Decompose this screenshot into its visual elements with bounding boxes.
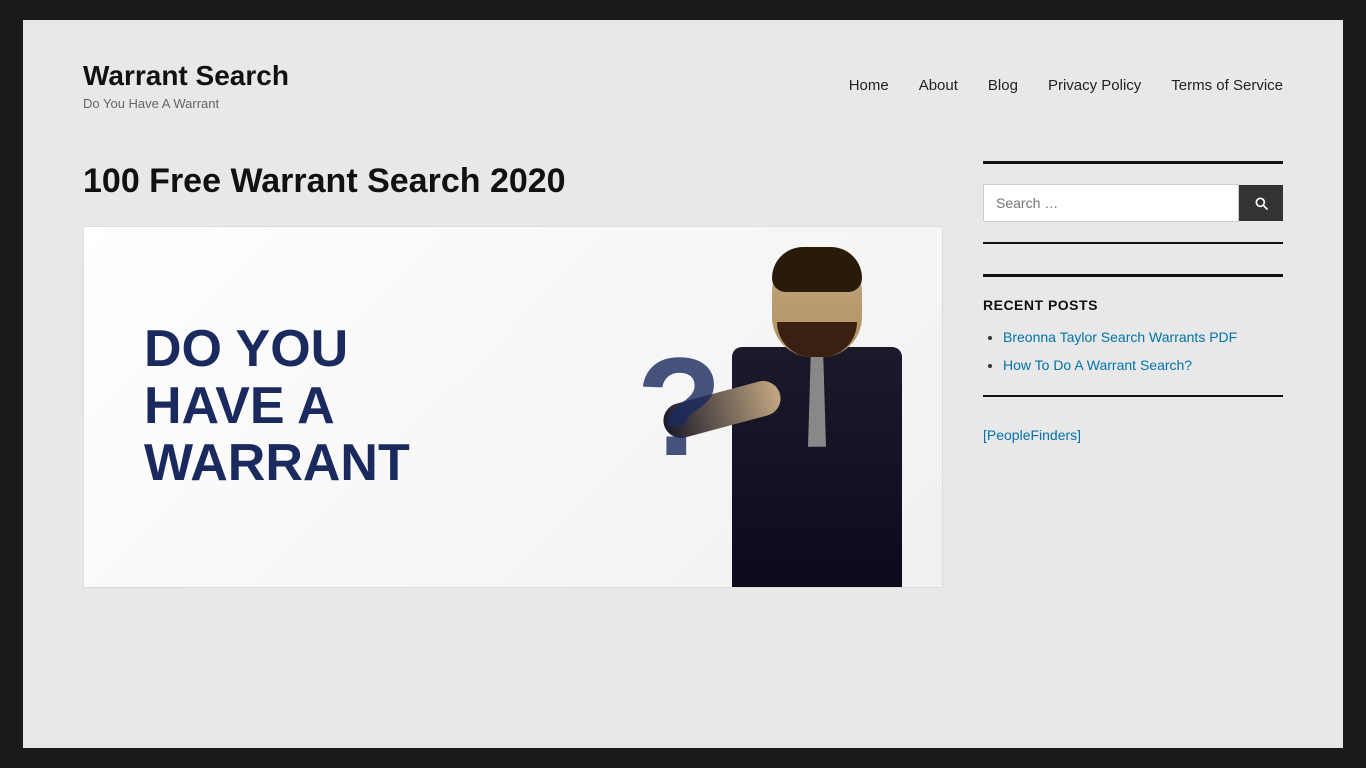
site-title-link[interactable]: Warrant Search — [83, 60, 289, 92]
people-finders-link-text[interactable]: [PeopleFinders] — [983, 427, 1081, 443]
search-input[interactable] — [983, 184, 1239, 222]
search-widget-bottom-divider — [983, 242, 1283, 244]
recent-posts-list: Breonna Taylor Search Warrants PDF How T… — [983, 329, 1283, 375]
recent-post-item-2: How To Do A Warrant Search? — [1003, 357, 1283, 375]
recent-post-link-2[interactable]: How To Do A Warrant Search? — [1003, 357, 1192, 373]
people-finders-placeholder: [PeopleFinders] — [983, 427, 1283, 443]
sidebar: RECENT POSTS Breonna Taylor Search Warra… — [983, 161, 1283, 588]
search-icon — [1253, 195, 1269, 211]
site-header: Warrant Search Do You Have A Warrant Hom… — [23, 20, 1343, 141]
nav-home[interactable]: Home — [849, 77, 889, 94]
recent-post-item-1: Breonna Taylor Search Warrants PDF — [1003, 329, 1283, 347]
content-area: 100 Free Warrant Search 2020 DO YOU HAVE… — [23, 141, 1343, 628]
search-form[interactable] — [983, 184, 1283, 222]
site-branding: Warrant Search Do You Have A Warrant — [83, 60, 289, 111]
site-description: Do You Have A Warrant — [83, 96, 289, 111]
post-title: 100 Free Warrant Search 2020 — [83, 161, 943, 202]
recent-posts-bottom-divider — [983, 395, 1283, 397]
nav-privacy-policy[interactable]: Privacy Policy — [1048, 77, 1141, 94]
post-image-placeholder: DO YOU HAVE A WARRANT ? — [84, 227, 942, 587]
main-navigation: Home About Blog Privacy Policy Terms of … — [849, 77, 1283, 94]
recent-posts-widget: RECENT POSTS Breonna Taylor Search Warra… — [983, 274, 1283, 397]
image-question-mark: ? — [636, 326, 722, 488]
nav-terms-of-service[interactable]: Terms of Service — [1171, 77, 1283, 94]
recent-post-link-1[interactable]: Breonna Taylor Search Warrants PDF — [1003, 329, 1237, 345]
search-widget-top-divider — [983, 161, 1283, 164]
nav-about[interactable]: About — [919, 77, 958, 94]
person-head — [772, 247, 862, 357]
site-wrapper: Warrant Search Do You Have A Warrant Hom… — [23, 20, 1343, 748]
search-widget — [983, 161, 1283, 244]
recent-posts-heading: RECENT POSTS — [983, 297, 1283, 313]
post-image-container: DO YOU HAVE A WARRANT ? — [83, 226, 943, 588]
recent-posts-top-divider — [983, 274, 1283, 277]
search-button[interactable] — [1239, 185, 1283, 221]
outer-wrapper: Warrant Search Do You Have A Warrant Hom… — [0, 0, 1366, 768]
nav-blog[interactable]: Blog — [988, 77, 1018, 94]
image-overlay-text: DO YOU HAVE A WARRANT — [144, 321, 410, 493]
primary-content: 100 Free Warrant Search 2020 DO YOU HAVE… — [83, 161, 943, 588]
people-finders-widget: [PeopleFinders] — [983, 427, 1283, 443]
